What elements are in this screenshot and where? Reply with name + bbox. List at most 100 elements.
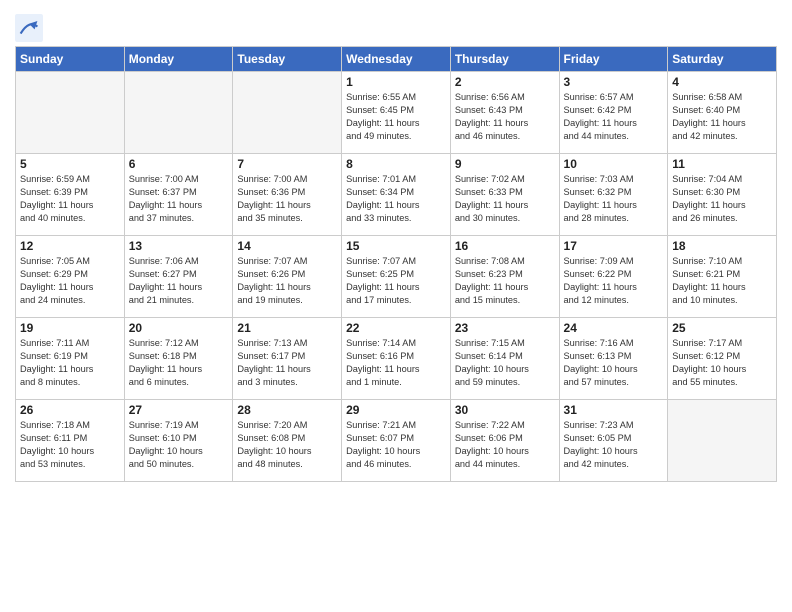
day-cell-23: 23Sunrise: 7:15 AMSunset: 6:14 PMDayligh… — [450, 318, 559, 400]
day-number: 28 — [237, 403, 337, 417]
day-number: 17 — [564, 239, 664, 253]
day-info: Sunrise: 6:57 AMSunset: 6:42 PMDaylight:… — [564, 91, 664, 143]
day-number: 21 — [237, 321, 337, 335]
day-info: Sunrise: 7:18 AMSunset: 6:11 PMDaylight:… — [20, 419, 120, 471]
day-cell-14: 14 Sunrise: 7:07 AMSunset: 6:26 PMDayligh… — [233, 236, 342, 318]
page-container: SundayMondayTuesdayWednesdayThursdayFrid… — [0, 0, 792, 492]
day-number: 4 — [672, 75, 772, 89]
day-number: 8 — [346, 157, 446, 171]
day-cell-1: 1Sunrise: 6:55 AMSunset: 6:45 PMDaylight… — [342, 72, 451, 154]
day-info: Sunrise: 7:23 AMSunset: 6:05 PMDaylight:… — [564, 419, 664, 471]
day-cell-29: 29Sunrise: 7:21 AMSunset: 6:07 PMDayligh… — [342, 400, 451, 482]
day-cell-25: 25 Sunrise: 7:17 AMSunset: 6:12 PMDayligh… — [668, 318, 777, 400]
day-cell-11: 11Sunrise: 7:04 AMSunset: 6:30 PMDayligh… — [668, 154, 777, 236]
day-info: Sunrise: 7:15 AMSunset: 6:14 PMDaylight:… — [455, 337, 555, 389]
day-number: 3 — [564, 75, 664, 89]
col-header-sunday: Sunday — [16, 47, 125, 72]
day-info: Sunrise: 7:22 AMSunset: 6:06 PMDaylight:… — [455, 419, 555, 471]
day-info: Sunrise: 7:10 AMSunset: 6:21 PMDaylight:… — [672, 255, 772, 307]
day-cell-16: 16 Sunrise: 7:08 AMSunset: 6:23 PMDayligh… — [450, 236, 559, 318]
day-number: 7 — [237, 157, 337, 171]
day-number: 13 — [129, 239, 229, 253]
col-header-tuesday: Tuesday — [233, 47, 342, 72]
day-number: 31 — [564, 403, 664, 417]
day-info: Sunrise: 7:02 AMSunset: 6:33 PMDaylight:… — [455, 173, 555, 225]
day-number: 25 — [672, 321, 772, 335]
week-row-3: 19Sunrise: 7:11 AMSunset: 6:19 PMDayligh… — [16, 318, 777, 400]
col-header-friday: Friday — [559, 47, 668, 72]
day-info: Sunrise: 7:07 AMSunset: 6:25 PMDaylight:… — [346, 255, 446, 307]
day-cell-17: 17Sunrise: 7:09 AMSunset: 6:22 PMDayligh… — [559, 236, 668, 318]
day-info: Sunrise: 7:16 AMSunset: 6:13 PMDaylight:… — [564, 337, 664, 389]
day-cell-6: 6 Sunrise: 7:00 AMSunset: 6:37 PMDaylight… — [124, 154, 233, 236]
day-number: 18 — [672, 239, 772, 253]
day-cell-22: 22 Sunrise: 7:14 AMSunset: 6:16 PMDayligh… — [342, 318, 451, 400]
day-number: 20 — [129, 321, 229, 335]
week-row-0: 1Sunrise: 6:55 AMSunset: 6:45 PMDaylight… — [16, 72, 777, 154]
day-cell-19: 19Sunrise: 7:11 AMSunset: 6:19 PMDayligh… — [16, 318, 125, 400]
day-cell-10: 10 Sunrise: 7:03 AMSunset: 6:32 PMDayligh… — [559, 154, 668, 236]
day-number: 24 — [564, 321, 664, 335]
day-info: Sunrise: 7:01 AMSunset: 6:34 PMDaylight:… — [346, 173, 446, 225]
day-number: 26 — [20, 403, 120, 417]
day-info: Sunrise: 7:20 AMSunset: 6:08 PMDaylight:… — [237, 419, 337, 471]
col-header-wednesday: Wednesday — [342, 47, 451, 72]
day-cell-21: 21 Sunrise: 7:13 AMSunset: 6:17 PMDayligh… — [233, 318, 342, 400]
day-cell-28: 28 Sunrise: 7:20 AMSunset: 6:08 PMDayligh… — [233, 400, 342, 482]
day-cell-20: 20 Sunrise: 7:12 AMSunset: 6:18 PMDayligh… — [124, 318, 233, 400]
day-info: Sunrise: 6:56 AMSunset: 6:43 PMDaylight:… — [455, 91, 555, 143]
week-row-4: 26 Sunrise: 7:18 AMSunset: 6:11 PMDayligh… — [16, 400, 777, 482]
empty-cell — [124, 72, 233, 154]
day-info: Sunrise: 7:00 AMSunset: 6:37 PMDaylight:… — [129, 173, 229, 225]
day-cell-9: 9 Sunrise: 7:02 AMSunset: 6:33 PMDaylight… — [450, 154, 559, 236]
day-info: Sunrise: 7:05 AMSunset: 6:29 PMDaylight:… — [20, 255, 120, 307]
week-row-2: 12 Sunrise: 7:05 AMSunset: 6:29 PMDayligh… — [16, 236, 777, 318]
empty-cell — [16, 72, 125, 154]
day-info: Sunrise: 6:59 AMSunset: 6:39 PMDaylight:… — [20, 173, 120, 225]
day-info: Sunrise: 7:21 AMSunset: 6:07 PMDaylight:… — [346, 419, 446, 471]
day-number: 12 — [20, 239, 120, 253]
day-number: 6 — [129, 157, 229, 171]
day-number: 22 — [346, 321, 446, 335]
day-number: 5 — [20, 157, 120, 171]
day-cell-27: 27 Sunrise: 7:19 AMSunset: 6:10 PMDayligh… — [124, 400, 233, 482]
day-cell-12: 12 Sunrise: 7:05 AMSunset: 6:29 PMDayligh… — [16, 236, 125, 318]
day-cell-7: 7 Sunrise: 7:00 AMSunset: 6:36 PMDaylight… — [233, 154, 342, 236]
day-info: Sunrise: 7:12 AMSunset: 6:18 PMDaylight:… — [129, 337, 229, 389]
day-info: Sunrise: 6:58 AMSunset: 6:40 PMDaylight:… — [672, 91, 772, 143]
logo-icon — [15, 14, 43, 42]
day-number: 16 — [455, 239, 555, 253]
day-cell-3: 3 Sunrise: 6:57 AMSunset: 6:42 PMDaylight… — [559, 72, 668, 154]
day-info: Sunrise: 7:13 AMSunset: 6:17 PMDaylight:… — [237, 337, 337, 389]
day-number: 10 — [564, 157, 664, 171]
col-header-saturday: Saturday — [668, 47, 777, 72]
day-info: Sunrise: 6:55 AMSunset: 6:45 PMDaylight:… — [346, 91, 446, 143]
day-info: Sunrise: 7:00 AMSunset: 6:36 PMDaylight:… — [237, 173, 337, 225]
day-cell-13: 13 Sunrise: 7:06 AMSunset: 6:27 PMDayligh… — [124, 236, 233, 318]
day-number: 9 — [455, 157, 555, 171]
week-row-1: 5 Sunrise: 6:59 AMSunset: 6:39 PMDaylight… — [16, 154, 777, 236]
calendar-header-row: SundayMondayTuesdayWednesdayThursdayFrid… — [16, 47, 777, 72]
logo — [15, 14, 47, 42]
day-info: Sunrise: 7:14 AMSunset: 6:16 PMDaylight:… — [346, 337, 446, 389]
day-info: Sunrise: 7:03 AMSunset: 6:32 PMDaylight:… — [564, 173, 664, 225]
day-info: Sunrise: 7:04 AMSunset: 6:30 PMDaylight:… — [672, 173, 772, 225]
day-info: Sunrise: 7:07 AMSunset: 6:26 PMDaylight:… — [237, 255, 337, 307]
day-number: 15 — [346, 239, 446, 253]
day-number: 2 — [455, 75, 555, 89]
day-info: Sunrise: 7:19 AMSunset: 6:10 PMDaylight:… — [129, 419, 229, 471]
day-cell-2: 2 Sunrise: 6:56 AMSunset: 6:43 PMDaylight… — [450, 72, 559, 154]
day-cell-18: 18 Sunrise: 7:10 AMSunset: 6:21 PMDayligh… — [668, 236, 777, 318]
day-cell-4: 4 Sunrise: 6:58 AMSunset: 6:40 PMDaylight… — [668, 72, 777, 154]
day-info: Sunrise: 7:17 AMSunset: 6:12 PMDaylight:… — [672, 337, 772, 389]
day-cell-24: 24 Sunrise: 7:16 AMSunset: 6:13 PMDayligh… — [559, 318, 668, 400]
day-info: Sunrise: 7:08 AMSunset: 6:23 PMDaylight:… — [455, 255, 555, 307]
day-info: Sunrise: 7:06 AMSunset: 6:27 PMDaylight:… — [129, 255, 229, 307]
day-number: 19 — [20, 321, 120, 335]
day-cell-5: 5 Sunrise: 6:59 AMSunset: 6:39 PMDaylight… — [16, 154, 125, 236]
day-cell-31: 31 Sunrise: 7:23 AMSunset: 6:05 PMDayligh… — [559, 400, 668, 482]
header — [15, 10, 777, 42]
calendar: SundayMondayTuesdayWednesdayThursdayFrid… — [15, 46, 777, 482]
day-number: 27 — [129, 403, 229, 417]
day-number: 14 — [237, 239, 337, 253]
